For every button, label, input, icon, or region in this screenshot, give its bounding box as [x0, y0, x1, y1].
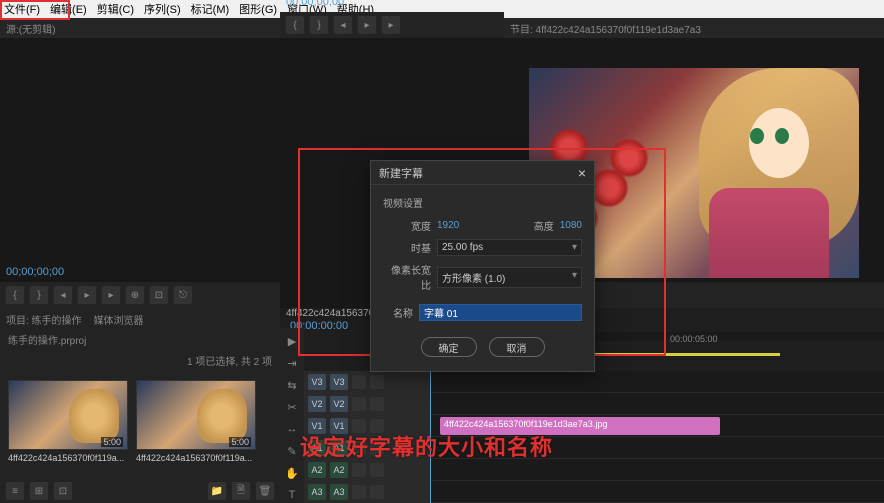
source-monitor-panel: 源:(无剪辑) 00;00;00;00 { } ◂ ▸ ▸ ⊕ ⊡ ⎋ [0, 18, 280, 308]
track-target-v3[interactable]: V3 [308, 374, 326, 390]
list-view-icon[interactable]: ≡ [6, 482, 24, 500]
track-target-a2[interactable]: A2 [308, 462, 326, 478]
new-bin-icon[interactable]: 📁 [208, 482, 226, 500]
clip-name: 4ff422c424a156370f0f119a... [8, 453, 128, 463]
type-tool-icon[interactable]: T [284, 487, 300, 503]
menu-edit[interactable]: 编辑(E) [50, 1, 87, 17]
track-mute-icon[interactable] [352, 485, 366, 499]
track-label-v2[interactable]: V2 [330, 396, 348, 412]
width-label: 宽度 [383, 218, 431, 233]
program-tab[interactable]: 节目: 4ff422c424a156370f0f119e1d3ae7a3 [504, 18, 884, 38]
project-panel: 项目: 练手的操作 媒体浏览器 练手的操作.prproj 1 项已选择, 共 2… [0, 308, 280, 503]
track-mute-icon[interactable] [352, 463, 366, 477]
source-timecode[interactable]: 00;00;00;00 [6, 266, 64, 278]
clip-duration: 5:00 [229, 437, 251, 447]
track-target-v2[interactable]: V2 [308, 396, 326, 412]
audio-track-2: A2A2 [304, 459, 884, 481]
source-viewer: 00;00;00;00 { } ◂ ▸ ▸ ⊕ ⊡ ⎋ [0, 38, 280, 308]
new-title-dialog: 新建字幕 × 视频设置 宽度 1920 高度 1080 时基 25.00 fps… [370, 160, 595, 372]
insert-icon[interactable]: ⊕ [126, 286, 144, 304]
timeline-tools: ▶ ⇥ ⇆ ✂ ↔ ✎ ✋ T [280, 328, 304, 503]
clip-duration: 5:00 [101, 437, 123, 447]
name-label: 名称 [383, 305, 413, 320]
track-content[interactable] [430, 393, 884, 414]
menu-clip[interactable]: 剪辑(C) [97, 1, 134, 17]
pen-tool-icon[interactable]: ✎ [284, 443, 300, 459]
close-icon[interactable]: × [578, 165, 586, 181]
annotation-text: 设定好字幕的大小和名称 [300, 430, 553, 462]
track-label-v3[interactable]: V3 [330, 374, 348, 390]
hand-tool-icon[interactable]: ✋ [284, 465, 300, 481]
mark-out-icon[interactable]: } [310, 16, 328, 34]
name-input[interactable] [419, 304, 582, 321]
play-icon[interactable]: ▸ [78, 286, 96, 304]
play-icon[interactable]: ▸ [358, 16, 376, 34]
dialog-titlebar: 新建字幕 × [371, 161, 594, 185]
track-select-tool-icon[interactable]: ⇥ [284, 356, 300, 372]
par-label: 像素长宽比 [383, 262, 431, 292]
width-field[interactable]: 1920 [437, 220, 459, 231]
track-eye-icon[interactable] [352, 397, 366, 411]
mark-out-icon[interactable]: } [30, 286, 48, 304]
project-filename: 练手的操作.prproj [0, 330, 280, 349]
track-solo-icon[interactable] [370, 485, 384, 499]
track-lock-icon[interactable] [370, 375, 384, 389]
dialog-section-label: 视频设置 [383, 195, 582, 210]
ok-button[interactable]: 确定 [421, 337, 477, 357]
source-toolbar: { } ◂ ▸ ▸ ⊕ ⊡ ⎋ [0, 282, 280, 308]
menu-marker[interactable]: 标记(M) [191, 1, 230, 17]
track-label-a3[interactable]: A3 [330, 484, 348, 500]
project-thumbnails: 5:00 4ff422c424a156370f0f119a... 5:00 4f… [0, 372, 280, 471]
selection-tool-icon[interactable]: ▶ [284, 334, 300, 350]
track-solo-icon[interactable] [370, 463, 384, 477]
step-fwd-icon[interactable]: ▸ [382, 16, 400, 34]
track-lock-icon[interactable] [370, 397, 384, 411]
clip-name: 4ff422c424a156370f0f119a... [136, 453, 256, 463]
timebase-label: 时基 [383, 240, 431, 255]
video-track-3: V3V3 [304, 371, 884, 393]
dialog-title-text: 新建字幕 [379, 165, 423, 181]
project-tab-media[interactable]: 媒体浏览器 [94, 312, 144, 327]
menu-graphics[interactable]: 图形(G) [239, 1, 277, 17]
freeform-view-icon[interactable]: ⊡ [54, 482, 72, 500]
source-tab[interactable]: 源:(无剪辑) [0, 18, 280, 38]
delete-icon[interactable]: 🗑 [256, 482, 274, 500]
audio-track-3: A3A3 [304, 481, 884, 503]
project-tabs: 项目: 练手的操作 媒体浏览器 [0, 308, 280, 330]
track-content[interactable] [430, 481, 884, 502]
icon-view-icon[interactable]: ⊞ [30, 482, 48, 500]
project-item[interactable]: 5:00 4ff422c424a156370f0f119a... [8, 380, 128, 463]
track-eye-icon[interactable] [352, 375, 366, 389]
cancel-button[interactable]: 取消 [489, 337, 545, 357]
track-content[interactable] [430, 459, 884, 480]
new-item-icon[interactable]: 🗎 [232, 482, 250, 500]
program-timecode-mid[interactable]: 00;00;00;00 [286, 0, 344, 8]
ruler-mark: 00:00:05:00 [670, 334, 718, 344]
menu-file[interactable]: 文件(F) [4, 1, 40, 17]
track-label-a2[interactable]: A2 [330, 462, 348, 478]
track-content[interactable] [430, 371, 884, 392]
project-selection-info: 1 项已选择, 共 2 项 [0, 349, 280, 372]
mark-in-icon[interactable]: { [6, 286, 24, 304]
overwrite-icon[interactable]: ⊡ [150, 286, 168, 304]
step-back-icon[interactable]: ◂ [54, 286, 72, 304]
program-toolbar: { } ◂ ▸ ▸ [280, 12, 504, 38]
track-target-a3[interactable]: A3 [308, 484, 326, 500]
timebase-select[interactable]: 25.00 fps [437, 239, 582, 256]
height-label: 高度 [534, 218, 554, 233]
project-footer: ≡ ⊞ ⊡ 📁 🗎 🗑 [0, 479, 280, 503]
export-frame-icon[interactable]: ⎋ [174, 286, 192, 304]
project-item[interactable]: 5:00 4ff422c424a156370f0f119a... [136, 380, 256, 463]
slip-tool-icon[interactable]: ↔ [284, 422, 300, 438]
video-track-2: V2V2 [304, 393, 884, 415]
step-fwd-icon[interactable]: ▸ [102, 286, 120, 304]
mark-in-icon[interactable]: { [286, 16, 304, 34]
par-select[interactable]: 方形像素 (1.0) [437, 267, 582, 288]
height-field[interactable]: 1080 [560, 220, 582, 231]
step-back-icon[interactable]: ◂ [334, 16, 352, 34]
menu-sequence[interactable]: 序列(S) [144, 1, 181, 17]
project-tab-project[interactable]: 项目: 练手的操作 [6, 312, 82, 327]
ripple-tool-icon[interactable]: ⇆ [284, 378, 300, 394]
razor-tool-icon[interactable]: ✂ [284, 400, 300, 416]
